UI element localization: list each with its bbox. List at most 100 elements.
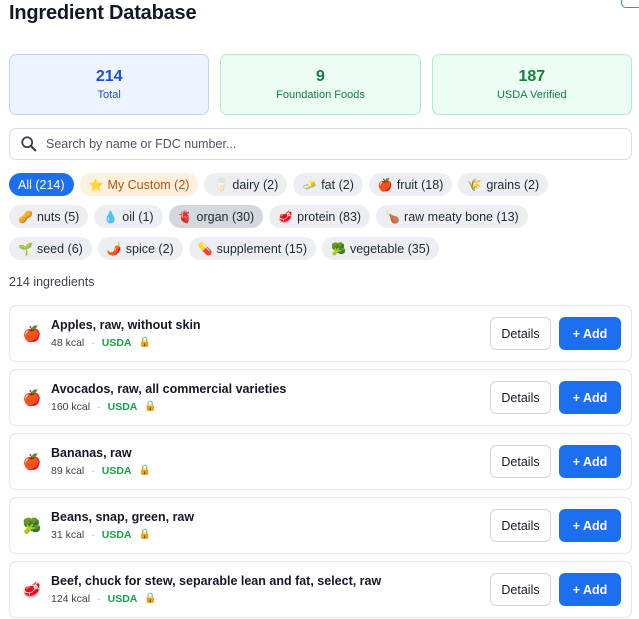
broccoli-icon: 🥦 xyxy=(330,241,346,256)
ingredient-kcal: 160 kcal xyxy=(51,401,91,413)
ingredient-row[interactable]: 🥦 Beans, snap, green, raw 31 kcal · USDA 🔒 Det… xyxy=(9,497,632,554)
ingredient-name: Beef, chuck for stew, separable lean and… xyxy=(51,574,382,588)
filter-chip[interactable]: 🌱 seed (6) xyxy=(9,237,92,260)
lock-icon: 🔒 xyxy=(138,465,151,476)
ingredient-row[interactable]: 🍎 Bananas, raw 89 kcal · USDA 🔒 Details + Add xyxy=(9,433,632,490)
lock-icon: 🔒 xyxy=(144,593,157,604)
filter-chip-label: fat (2) xyxy=(321,177,354,192)
broccoli-icon: 🥦 xyxy=(22,517,42,535)
stat-card-total: 214 Total xyxy=(9,54,210,115)
ingredient-row[interactable]: 🍎 Apples, raw, without skin 48 kcal · USDA 🔒 D… xyxy=(9,305,632,362)
lock-icon: 🔒 xyxy=(138,337,151,348)
page-title: Ingredient Database xyxy=(9,2,197,24)
ingredient-info: Apples, raw, without skin 48 kcal · USDA 🔒 xyxy=(51,317,201,350)
filter-chip[interactable]: 🧈 fat (2) xyxy=(293,173,363,196)
stat-value: 9 xyxy=(316,67,325,85)
ingredient-meta: 89 kcal · USDA 🔒 xyxy=(51,464,151,478)
source-badge: USDA xyxy=(107,593,138,605)
butter-icon: 🧈 xyxy=(302,177,318,192)
ingredient-kcal: 89 kcal xyxy=(51,465,85,477)
stat-card-usda-verified: 187 USDA Verified xyxy=(431,54,632,115)
seedling-icon: 🌱 xyxy=(18,241,33,256)
add-button[interactable]: + Add xyxy=(559,573,621,606)
filter-chip[interactable]: 🍗 raw meaty bone (13) xyxy=(376,205,528,228)
drumstick-icon: 🍗 xyxy=(385,209,401,224)
filter-chip-label: dairy (2) xyxy=(232,177,279,192)
close-button[interactable]: ✕ xyxy=(621,0,639,8)
ingredient-meta: 160 kcal · USDA 🔒 xyxy=(51,400,286,414)
details-button[interactable]: Details xyxy=(490,573,551,606)
filter-chip-label: supplement (15) xyxy=(216,241,307,256)
ingredient-info: Bananas, raw 89 kcal · USDA 🔒 xyxy=(51,445,151,478)
search-box[interactable] xyxy=(9,128,632,160)
meat-icon: 🥩 xyxy=(22,581,42,599)
meta-separator: · xyxy=(91,337,95,349)
ingredient-name: Beans, snap, green, raw xyxy=(51,510,195,524)
stat-label: Foundation Foods xyxy=(276,88,365,101)
filter-chip[interactable]: 🥩 protein (83) xyxy=(269,205,371,228)
details-button[interactable]: Details xyxy=(490,381,551,414)
filter-chip[interactable]: 🌾 grains (2) xyxy=(458,173,549,196)
filter-chip-label: spice (2) xyxy=(125,241,174,256)
filter-chip[interactable]: 🥦 vegetable (35) xyxy=(321,237,439,260)
stat-card-foundation-foods: 9 Foundation Foods xyxy=(220,54,421,115)
filter-chip[interactable]: All (214) xyxy=(9,173,74,196)
filter-chip-label: My Custom (2) xyxy=(107,177,190,192)
ingredient-meta: 31 kcal · USDA 🔒 xyxy=(51,528,194,542)
pill-icon: 💊 xyxy=(197,241,213,256)
ingredient-name: Bananas, raw xyxy=(51,446,132,460)
ingredient-row[interactable]: 🍎 Avocados, raw, all commercial varieties… xyxy=(9,369,632,426)
wheat-icon: 🌾 xyxy=(467,177,483,192)
source-badge: USDA xyxy=(107,401,138,413)
filter-chip-label: raw meaty bone (13) xyxy=(404,209,519,224)
meat-icon: 🥩 xyxy=(278,209,294,224)
source-badge: USDA xyxy=(101,465,132,477)
add-button[interactable]: + Add xyxy=(559,445,621,478)
milk-glass-icon: 🥛 xyxy=(213,177,229,192)
details-button[interactable]: Details xyxy=(490,317,551,350)
droplet-icon: 💧 xyxy=(103,209,119,224)
chili-pepper-icon: 🌶️ xyxy=(106,241,122,256)
source-badge: USDA xyxy=(101,337,132,349)
apple-icon: 🍎 xyxy=(22,389,42,407)
meta-separator: · xyxy=(91,529,95,541)
add-button[interactable]: + Add xyxy=(559,317,621,350)
details-button[interactable]: Details xyxy=(490,445,551,478)
stat-value: 187 xyxy=(518,67,546,85)
filter-chip-label: nuts (5) xyxy=(36,209,80,224)
ingredient-info: Avocados, raw, all commercial varieties 1… xyxy=(51,381,286,414)
filter-chip-label: grains (2) xyxy=(486,177,540,192)
apple-icon: 🍎 xyxy=(377,177,393,192)
ingredient-name: Apples, raw, without skin xyxy=(51,318,201,332)
stat-label: Total xyxy=(97,88,121,101)
details-button[interactable]: Details xyxy=(490,509,551,542)
filter-chip-label: fruit (18) xyxy=(396,177,444,192)
filter-chip-label: oil (1) xyxy=(122,209,154,224)
ingredient-kcal: 48 kcal xyxy=(51,337,85,349)
filter-chip[interactable]: 🥜 nuts (5) xyxy=(9,205,89,228)
filter-chip[interactable]: 🫀 organ (30) xyxy=(168,205,264,228)
ingredient-meta: 48 kcal · USDA 🔒 xyxy=(51,336,201,350)
results-count: 214 ingredients xyxy=(9,275,95,289)
add-button[interactable]: + Add xyxy=(559,381,621,414)
ingredient-info: Beef, chuck for stew, separable lean and… xyxy=(51,573,381,606)
filter-chip-label: vegetable (35) xyxy=(349,241,430,256)
filter-chip[interactable]: 🍎 fruit (18) xyxy=(368,173,453,196)
search-input[interactable] xyxy=(46,137,606,151)
filter-chip[interactable]: ⭐ My Custom (2) xyxy=(79,173,199,196)
meta-separator: · xyxy=(91,465,95,477)
close-icon[interactable]: ✕ xyxy=(627,0,636,4)
add-button[interactable]: + Add xyxy=(559,509,621,542)
ingredient-kcal: 31 kcal xyxy=(51,529,85,541)
ingredient-row[interactable]: 🥩 Beef, chuck for stew, separable lean an… xyxy=(9,561,632,618)
filter-chip[interactable]: 🥛 dairy (2) xyxy=(204,173,288,196)
filter-chip-label: protein (83) xyxy=(297,209,362,224)
stat-label: USDA Verified xyxy=(496,88,567,101)
stats-bar: 214 Total 9 Foundation Foods 187 USDA Ve… xyxy=(9,54,632,115)
filter-chip[interactable]: 🌶️ spice (2) xyxy=(97,237,183,260)
filter-chip-label: organ (30) xyxy=(196,209,255,224)
heart-organ-icon: 🫀 xyxy=(177,209,193,224)
filter-chip[interactable]: 💧 oil (1) xyxy=(94,205,163,228)
ingredient-name: Avocados, raw, all commercial varieties xyxy=(51,382,287,396)
filter-chip[interactable]: 💊 supplement (15) xyxy=(188,237,316,260)
